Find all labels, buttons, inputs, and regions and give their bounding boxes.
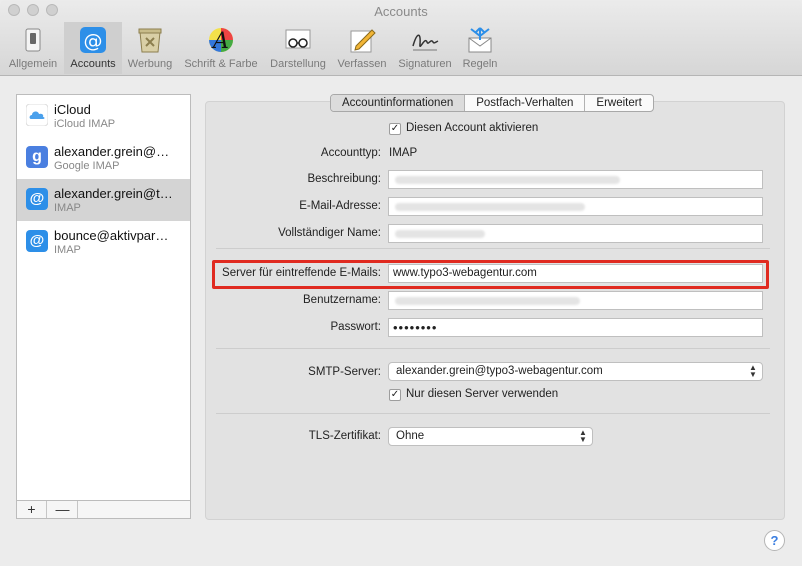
password-label: Passwort:	[330, 321, 382, 333]
tab-accountinformationen[interactable]: Accountinformationen	[331, 95, 466, 111]
window-title: Accounts	[374, 4, 428, 19]
add-account-button[interactable]: +	[17, 501, 47, 518]
font-color-icon: A	[209, 28, 233, 54]
smtp-server-value: alexander.grein@typo3-webagentur.com	[396, 365, 603, 377]
trash-icon	[138, 28, 162, 53]
incoming-server-field[interactable]: www.typo3-webagentur.com	[388, 264, 763, 283]
glasses-icon	[285, 29, 311, 49]
cloud-icon	[25, 103, 49, 127]
tab-postfach-verhalten[interactable]: Postfach-Verhalten	[465, 95, 586, 111]
tls-label: TLS-Zertifikat:	[308, 430, 381, 442]
tls-certificate-select[interactable]: Ohne ▲ ▼	[388, 427, 593, 446]
toolbar-allgemein[interactable]: Allgemein	[4, 22, 62, 74]
account-details-panel	[205, 101, 785, 520]
accounts-window: Accounts Allgemein @ Accounts Werbung A …	[0, 0, 802, 566]
svg-text:A: A	[211, 29, 229, 54]
account-item-icloud[interactable]: iCloud iCloud IMAP	[17, 95, 190, 137]
enable-account-checkbox[interactable]: ✓	[389, 123, 401, 135]
toolbar: Accounts Allgemein @ Accounts Werbung A …	[0, 0, 802, 76]
account-type-value: IMAP	[389, 147, 418, 159]
account-item-typo3[interactable]: @ alexander.grein@t… IMAP	[17, 179, 190, 221]
signature-icon	[412, 34, 439, 51]
remove-account-button[interactable]: —	[48, 501, 78, 518]
email-label: E-Mail-Adresse:	[299, 200, 381, 212]
at-icon: @	[26, 188, 48, 210]
toolbar-regeln[interactable]: Regeln	[458, 22, 502, 74]
toolbar-darstellung[interactable]: Darstellung	[266, 22, 330, 74]
account-item-bounce[interactable]: @ bounce@aktivpar… IMAP	[17, 221, 190, 263]
enable-account-label: Diesen Account aktivieren	[406, 122, 539, 134]
pencil-icon	[350, 29, 376, 53]
account-type-label: Accounttyp:	[320, 147, 381, 159]
toolbar-signaturen[interactable]: Signaturen	[394, 22, 456, 74]
tab-erweitert[interactable]: Erweitert	[585, 95, 652, 111]
at-icon: @	[80, 27, 106, 53]
username-label: Benutzername:	[303, 294, 381, 306]
email-field[interactable]	[388, 197, 763, 216]
fullname-field[interactable]	[388, 224, 763, 243]
tab-bar: Accountinformationen Postfach-Verhalten …	[330, 94, 654, 112]
account-list: iCloud iCloud IMAP g alexander.grein@… G…	[16, 94, 191, 519]
google-icon: g	[26, 146, 48, 168]
only-this-server-checkbox[interactable]: ✓	[389, 389, 401, 401]
help-button[interactable]: ?	[764, 530, 785, 551]
only-this-server-label: Nur diesen Server verwenden	[406, 388, 559, 400]
toolbar-verfassen[interactable]: Verfassen	[333, 22, 391, 74]
description-label: Beschreibung:	[307, 173, 381, 185]
password-field[interactable]: ••••••••	[388, 318, 763, 337]
toolbar-accounts[interactable]: @ Accounts	[64, 22, 122, 74]
incoming-server-label: Server für eintreffende E-Mails:	[222, 267, 381, 279]
section-divider	[216, 248, 770, 249]
fullname-label: Vollständiger Name:	[278, 227, 381, 239]
rules-icon	[468, 27, 492, 53]
switch-icon	[25, 28, 41, 52]
account-item-google[interactable]: g alexander.grein@… Google IMAP	[17, 137, 190, 179]
toolbar-schrift-farbe[interactable]: A Schrift & Farbe	[180, 22, 262, 74]
account-list-toolbar: + —	[16, 500, 191, 519]
at-icon: @	[26, 230, 48, 252]
svg-text:@: @	[84, 30, 103, 52]
smtp-server-select[interactable]: alexander.grein@typo3-webagentur.com ▲ ▼	[388, 362, 763, 381]
section-divider	[216, 348, 770, 349]
username-field[interactable]	[388, 291, 763, 310]
tls-certificate-value: Ohne	[396, 430, 425, 442]
toolbar-werbung[interactable]: Werbung	[123, 22, 177, 74]
smtp-label: SMTP-Server:	[308, 366, 381, 378]
chevron-updown-icon: ▲ ▼	[579, 428, 587, 444]
description-field[interactable]	[388, 170, 763, 189]
chevron-updown-icon: ▲ ▼	[749, 363, 757, 379]
section-divider	[216, 413, 770, 414]
